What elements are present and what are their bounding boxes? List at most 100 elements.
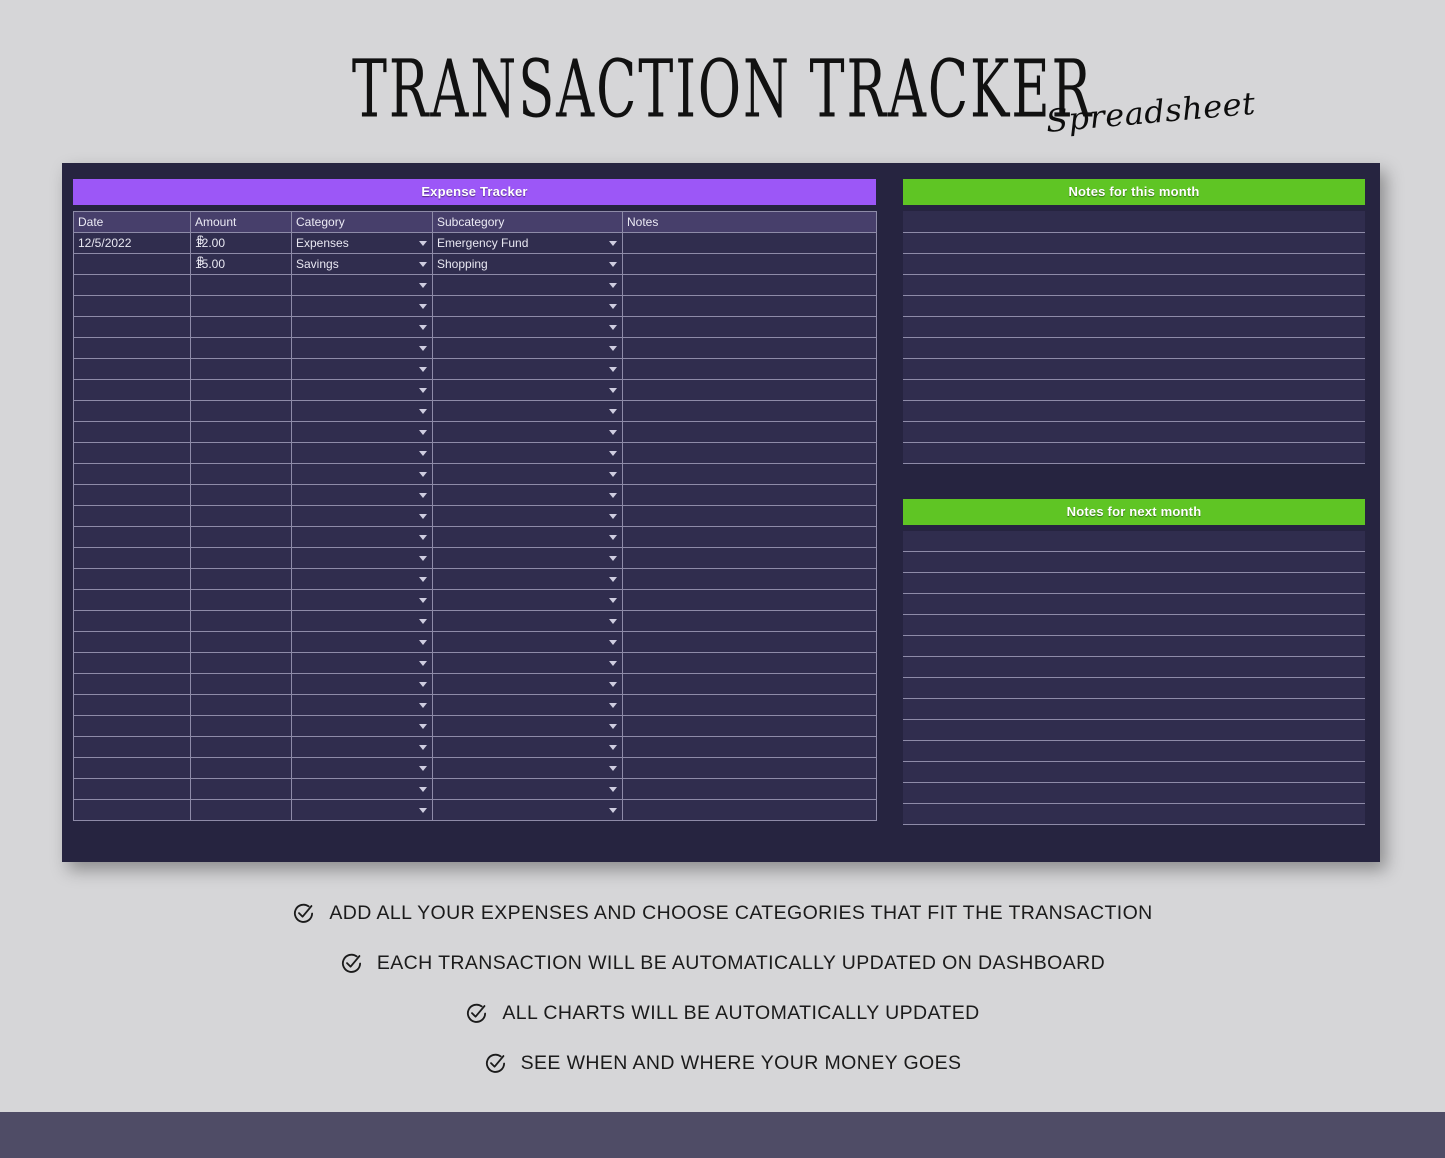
- cell-date[interactable]: [73, 799, 191, 821]
- notes-next-month-cell[interactable]: [903, 719, 1365, 741]
- cell-date[interactable]: [73, 484, 191, 506]
- cell-date[interactable]: [73, 610, 191, 632]
- notes-this-month-cell[interactable]: [903, 295, 1365, 317]
- notes-this-month-cell[interactable]: [903, 232, 1365, 254]
- cell-subcategory-dropdown[interactable]: Shopping: [432, 253, 623, 275]
- cell-amount[interactable]: [190, 316, 292, 338]
- cell-amount[interactable]: [190, 400, 292, 422]
- cell-amount[interactable]: [190, 610, 292, 632]
- cell-category-dropdown[interactable]: [291, 610, 433, 632]
- chevron-down-icon[interactable]: [419, 766, 427, 771]
- chevron-down-icon[interactable]: [609, 703, 617, 708]
- notes-row[interactable]: [903, 614, 1365, 636]
- cell-date[interactable]: [73, 295, 191, 317]
- cell-subcategory-dropdown[interactable]: [432, 589, 623, 611]
- chevron-down-icon[interactable]: [419, 598, 427, 603]
- notes-next-month-cell[interactable]: [903, 551, 1365, 573]
- cell-date[interactable]: [73, 589, 191, 611]
- cell-subcategory-dropdown[interactable]: [432, 652, 623, 674]
- chevron-down-icon[interactable]: [419, 724, 427, 729]
- notes-this-month-cell[interactable]: [903, 274, 1365, 296]
- table-row[interactable]: [73, 295, 877, 317]
- cell-subcategory-dropdown[interactable]: [432, 463, 623, 485]
- chevron-down-icon[interactable]: [419, 451, 427, 456]
- cell-subcategory-dropdown[interactable]: [432, 400, 623, 422]
- cell-category-dropdown[interactable]: [291, 673, 433, 695]
- cell-notes[interactable]: [622, 547, 877, 569]
- cell-notes[interactable]: [622, 757, 877, 779]
- cell-date[interactable]: [73, 337, 191, 359]
- chevron-down-icon[interactable]: [419, 640, 427, 645]
- cell-subcategory-dropdown[interactable]: [432, 610, 623, 632]
- table-row[interactable]: [73, 778, 877, 800]
- notes-next-month-cell[interactable]: [903, 530, 1365, 552]
- cell-date[interactable]: [73, 253, 191, 275]
- cell-notes[interactable]: [622, 358, 877, 380]
- cell-subcategory-dropdown[interactable]: [432, 631, 623, 653]
- notes-row[interactable]: [903, 253, 1365, 275]
- cell-notes[interactable]: [622, 631, 877, 653]
- notes-row[interactable]: [903, 572, 1365, 594]
- table-row[interactable]: [73, 736, 877, 758]
- cell-subcategory-dropdown[interactable]: [432, 379, 623, 401]
- chevron-down-icon[interactable]: [609, 619, 617, 624]
- table-row[interactable]: [73, 442, 877, 464]
- notes-next-month-cell[interactable]: [903, 761, 1365, 783]
- cell-subcategory-dropdown[interactable]: [432, 358, 623, 380]
- chevron-down-icon[interactable]: [419, 262, 427, 267]
- chevron-down-icon[interactable]: [609, 388, 617, 393]
- table-row[interactable]: [73, 631, 877, 653]
- cell-category-dropdown[interactable]: [291, 337, 433, 359]
- cell-date[interactable]: [73, 400, 191, 422]
- chevron-down-icon[interactable]: [419, 388, 427, 393]
- chevron-down-icon[interactable]: [419, 367, 427, 372]
- cell-category-dropdown[interactable]: [291, 568, 433, 590]
- table-row[interactable]: [73, 316, 877, 338]
- cell-date[interactable]: 12/5/2022: [73, 232, 191, 254]
- cell-notes[interactable]: [622, 232, 877, 254]
- cell-subcategory-dropdown[interactable]: [432, 505, 623, 527]
- cell-notes[interactable]: [622, 610, 877, 632]
- chevron-down-icon[interactable]: [419, 682, 427, 687]
- cell-category-dropdown[interactable]: [291, 421, 433, 443]
- notes-row[interactable]: [903, 316, 1365, 338]
- cell-date[interactable]: [73, 778, 191, 800]
- notes-row[interactable]: [903, 379, 1365, 401]
- chevron-down-icon[interactable]: [419, 304, 427, 309]
- notes-next-month-cell[interactable]: [903, 572, 1365, 594]
- chevron-down-icon[interactable]: [609, 493, 617, 498]
- cell-amount[interactable]: [190, 274, 292, 296]
- table-row[interactable]: [73, 400, 877, 422]
- notes-this-month-cell[interactable]: [903, 316, 1365, 338]
- notes-row[interactable]: [903, 274, 1365, 296]
- cell-amount[interactable]: [190, 694, 292, 716]
- cell-amount[interactable]: [190, 568, 292, 590]
- cell-subcategory-dropdown[interactable]: Emergency Fund: [432, 232, 623, 254]
- cell-notes[interactable]: [622, 295, 877, 317]
- cell-notes[interactable]: [622, 442, 877, 464]
- chevron-down-icon[interactable]: [609, 640, 617, 645]
- cell-subcategory-dropdown[interactable]: [432, 757, 623, 779]
- cell-date[interactable]: [73, 631, 191, 653]
- cell-amount[interactable]: [190, 589, 292, 611]
- cell-category-dropdown[interactable]: [291, 505, 433, 527]
- table-row[interactable]: [73, 484, 877, 506]
- cell-amount[interactable]: [190, 799, 292, 821]
- notes-row[interactable]: [903, 358, 1365, 380]
- notes-this-month-cell[interactable]: [903, 253, 1365, 275]
- cell-category-dropdown[interactable]: [291, 358, 433, 380]
- chevron-down-icon[interactable]: [419, 409, 427, 414]
- cell-category-dropdown[interactable]: [291, 379, 433, 401]
- cell-notes[interactable]: [622, 379, 877, 401]
- cell-subcategory-dropdown[interactable]: [432, 568, 623, 590]
- notes-row[interactable]: [903, 593, 1365, 615]
- cell-subcategory-dropdown[interactable]: [432, 715, 623, 737]
- notes-row[interactable]: [903, 698, 1365, 720]
- cell-category-dropdown[interactable]: [291, 589, 433, 611]
- table-row[interactable]: [73, 568, 877, 590]
- cell-subcategory-dropdown[interactable]: [432, 442, 623, 464]
- chevron-down-icon[interactable]: [609, 682, 617, 687]
- cell-amount[interactable]: [190, 484, 292, 506]
- cell-category-dropdown[interactable]: [291, 631, 433, 653]
- cell-date[interactable]: [73, 652, 191, 674]
